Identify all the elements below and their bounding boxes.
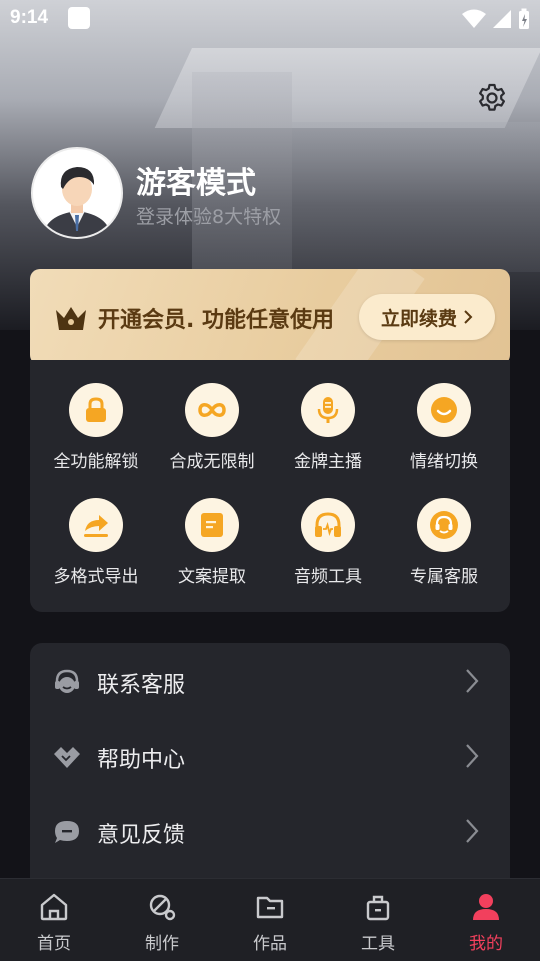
feature-text-extract[interactable]: 文案提取	[154, 498, 270, 587]
profile-subtitle[interactable]: 登录体验8大特权	[136, 202, 281, 229]
feature-gold-anchor[interactable]: 金牌主播	[270, 383, 386, 472]
feature-label: 合成无限制	[169, 452, 255, 472]
chevron-right-icon	[466, 744, 479, 768]
chat-bubble-icon	[55, 821, 79, 843]
user-icon	[473, 894, 499, 920]
menu-item-label: 联系客服	[97, 673, 186, 698]
decorative-box-right	[292, 122, 540, 272]
feature-icon-bg	[301, 498, 355, 552]
renew-button-label: 立即续费	[380, 307, 457, 330]
feature-unlimited[interactable]: 合成无限制	[154, 383, 270, 472]
battery-icon	[519, 8, 529, 29]
feature-unlock-all[interactable]: 全功能解锁	[38, 383, 154, 472]
feature-label: 文案提取	[178, 567, 246, 587]
chevron-right-icon	[464, 310, 473, 324]
feature-audio-tools[interactable]: 音频工具	[270, 498, 386, 587]
vip-feature-grid: 全功能解锁 合成无限制 金牌主播 情绪切换 多格式导出 文案提取 音频工具 专属…	[30, 360, 510, 612]
avatar[interactable]	[31, 147, 123, 239]
tab-label: 我的	[469, 934, 503, 954]
bottom-tab-bar: 首页 制作 作品 工具 我的	[0, 878, 540, 961]
menu-item-contact-service[interactable]: 联系客服	[30, 651, 510, 711]
chevron-right-icon	[466, 669, 479, 693]
smile-icon	[431, 397, 457, 423]
menu-item-help-center[interactable]: 帮助中心	[30, 726, 510, 786]
settings-menu: 联系客服 帮助中心 意见反馈	[30, 643, 510, 903]
status-time: 9:14	[10, 7, 49, 28]
tab-label: 作品	[253, 934, 287, 954]
feature-emotion-switch[interactable]: 情绪切换	[386, 383, 502, 472]
handshake-icon	[54, 747, 80, 768]
cell-signal-icon	[493, 10, 511, 28]
document-icon	[201, 513, 223, 537]
feature-label: 全功能解锁	[53, 452, 139, 472]
toolbox-icon	[366, 895, 390, 921]
feature-icon-bg	[69, 498, 123, 552]
tab-label: 首页	[37, 934, 71, 954]
create-icon	[149, 894, 176, 921]
default-avatar-icon	[43, 167, 111, 237]
tab-home[interactable]: 首页	[0, 879, 108, 961]
chevron-right-icon	[466, 819, 479, 843]
status-bar: 9:14	[0, 0, 540, 36]
vip-banner-text: 开通会员. 功能任意使用	[98, 308, 335, 333]
tab-label: 制作	[145, 934, 179, 954]
feature-label: 金牌主播	[294, 452, 362, 472]
feature-label: 情绪切换	[410, 452, 478, 472]
settings-gear-icon[interactable]	[476, 82, 508, 114]
feature-icon-bg	[185, 498, 239, 552]
customer-service-icon	[430, 511, 458, 539]
menu-item-label: 意见反馈	[97, 823, 186, 848]
feature-label: 多格式导出	[53, 567, 139, 587]
microphone-icon	[317, 397, 339, 423]
feature-icon-bg	[301, 383, 355, 437]
headphones-icon	[315, 512, 341, 537]
headset-icon	[55, 669, 79, 693]
notification-icon	[68, 7, 90, 29]
tab-mine[interactable]: 我的	[432, 879, 540, 961]
feature-icon-bg	[417, 383, 471, 437]
feature-exclusive-service[interactable]: 专属客服	[386, 498, 502, 587]
folder-icon	[256, 896, 284, 919]
wifi-icon	[462, 9, 486, 28]
lock-icon	[86, 397, 106, 422]
crown-icon	[56, 307, 86, 330]
menu-item-label: 帮助中心	[97, 748, 186, 773]
menu-item-feedback[interactable]: 意见反馈	[30, 801, 510, 861]
feature-icon-bg	[69, 383, 123, 437]
home-icon	[40, 893, 68, 921]
tab-label: 工具	[361, 934, 395, 954]
infinity-icon	[198, 403, 226, 417]
feature-label: 音频工具	[294, 567, 362, 587]
feature-icon-bg	[417, 498, 471, 552]
tab-tools[interactable]: 工具	[324, 879, 432, 961]
tab-create[interactable]: 制作	[108, 879, 216, 961]
renew-button[interactable]: 立即续费	[359, 294, 495, 340]
share-export-icon	[84, 515, 108, 537]
profile-name[interactable]: 游客模式	[136, 158, 256, 202]
tab-works[interactable]: 作品	[216, 879, 324, 961]
feature-multi-export[interactable]: 多格式导出	[38, 498, 154, 587]
feature-icon-bg	[185, 383, 239, 437]
status-icons	[462, 8, 530, 30]
vip-banner[interactable]: 开通会员. 功能任意使用 立即续费	[30, 269, 510, 365]
feature-label: 专属客服	[410, 567, 478, 587]
